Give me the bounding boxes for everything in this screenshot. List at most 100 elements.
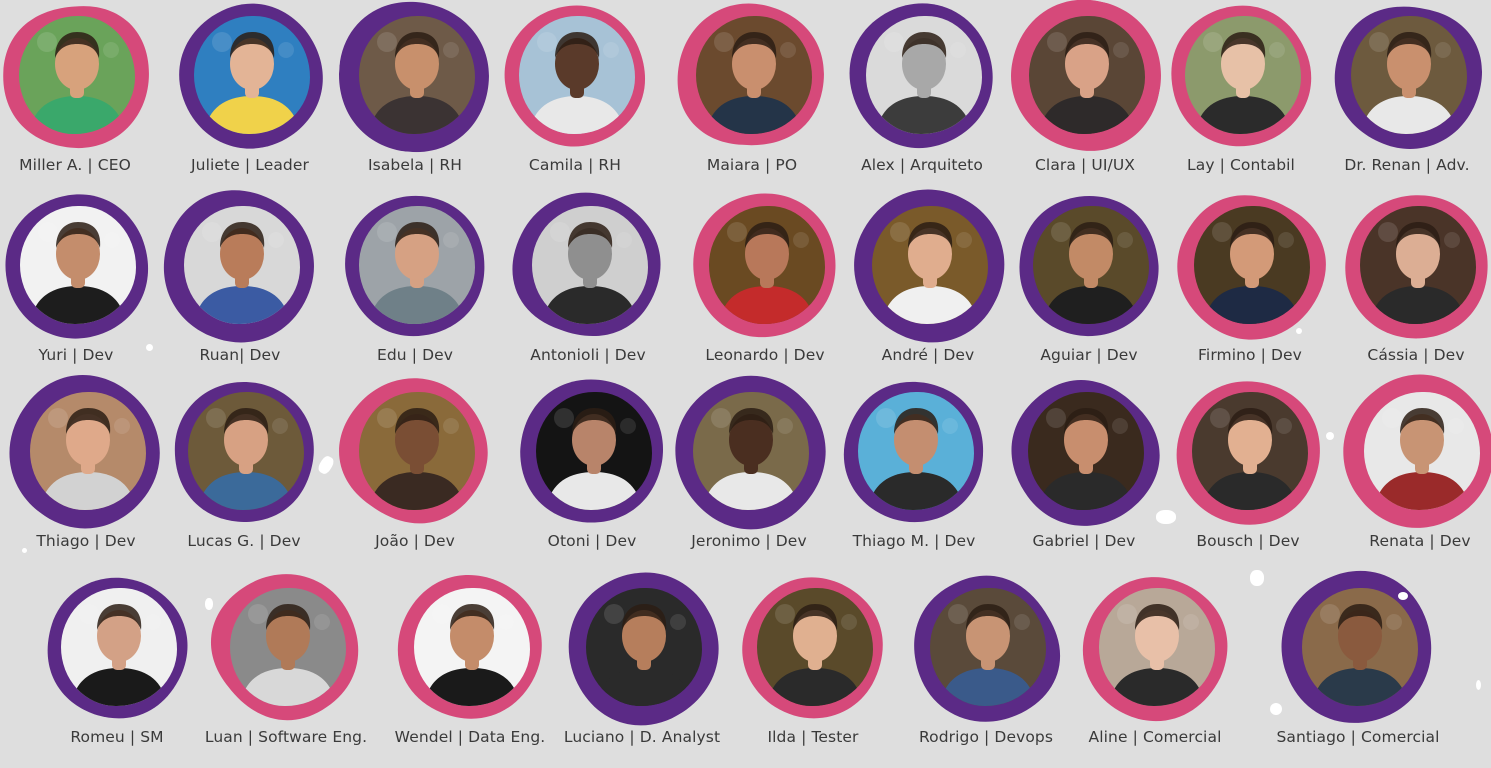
avatar [174, 381, 314, 523]
profile-photo [414, 588, 530, 706]
avatar [1176, 381, 1320, 525]
person-icon [359, 392, 475, 510]
profile-photo [586, 588, 702, 706]
avatar [345, 195, 485, 337]
avatar [843, 381, 984, 523]
team-member-card: Antonioli | Dev [503, 192, 673, 386]
team-member-card: Bousch | Dev [1163, 381, 1333, 572]
avatar [47, 577, 188, 719]
profile-photo [1302, 588, 1418, 706]
member-name: Maiara | PO [706, 156, 798, 174]
member-name: Lucas G. | Dev [187, 532, 301, 550]
profile-photo [230, 588, 346, 706]
profile-photo [1028, 392, 1144, 510]
avatar [1177, 195, 1326, 340]
profile-photo [696, 16, 812, 134]
person-icon [866, 16, 982, 134]
profile-photo [1099, 588, 1215, 706]
team-member-card: Aline | Comercial [1070, 577, 1240, 768]
profile-photo [693, 392, 809, 510]
team-member-card: Wendel | Data Eng. [385, 575, 555, 768]
profile-photo [1185, 16, 1301, 134]
person-icon [519, 16, 635, 134]
person-icon [1194, 206, 1310, 324]
avatar [179, 3, 323, 149]
avatar [504, 5, 645, 147]
team-member-card: André | Dev [843, 189, 1013, 386]
team-member-card: Thiago M. | Dev [829, 381, 999, 572]
avatar [1171, 5, 1312, 147]
person-icon [1192, 392, 1308, 510]
team-member-card: Otoni | Dev [507, 379, 677, 572]
profile-photo [709, 206, 825, 324]
confetti-dot [22, 548, 27, 553]
avatar [693, 193, 836, 338]
profile-photo [188, 392, 304, 510]
person-icon [757, 588, 873, 706]
profile-photo [194, 16, 310, 134]
person-icon [184, 206, 300, 324]
profile-photo [757, 588, 873, 706]
person-icon [1351, 16, 1467, 134]
avatar [339, 378, 488, 524]
profile-photo [1351, 16, 1467, 134]
team-member-card: Thiago | Dev [1, 375, 171, 572]
team-member-card: Firmino | Dev [1165, 195, 1335, 386]
team-member-card: Gabriel | Dev [999, 380, 1169, 572]
person-icon [30, 392, 146, 510]
team-member-card: Rodrigo | Devops [901, 575, 1071, 768]
team-member-card: Romeu | SM [32, 577, 202, 768]
team-member-card: Ilda | Tester [728, 577, 898, 768]
person-icon [1029, 16, 1145, 134]
avatar [1343, 374, 1491, 528]
profile-photo [359, 392, 475, 510]
team-member-card: Isabela | RH [330, 1, 500, 196]
team-member-card: Cássia | Dev [1331, 195, 1491, 386]
profile-photo [61, 588, 177, 706]
avatar [397, 575, 542, 719]
confetti-dot [1156, 510, 1176, 524]
confetti-dot [1270, 703, 1282, 715]
person-icon [19, 16, 135, 134]
profile-photo [1029, 16, 1145, 134]
team-member-card: Maiara | PO [667, 3, 837, 196]
profile-photo [359, 206, 475, 324]
person-icon [414, 588, 530, 706]
person-icon [359, 206, 475, 324]
profile-photo [872, 206, 988, 324]
profile-photo [1033, 206, 1149, 324]
member-name: Miller A. | CEO [19, 156, 131, 174]
person-icon [872, 206, 988, 324]
profile-photo [20, 206, 136, 324]
avatar [1011, 380, 1160, 526]
avatar [520, 379, 663, 523]
confetti-dot [205, 598, 213, 610]
person-icon [359, 16, 475, 134]
person-icon [1033, 206, 1149, 324]
avatar [1334, 6, 1482, 149]
person-icon [1302, 588, 1418, 706]
team-member-card: Jeronimo | Dev [664, 375, 834, 572]
avatar [5, 194, 149, 339]
profile-photo [30, 392, 146, 510]
confetti-dot [1296, 328, 1302, 334]
profile-photo [19, 16, 135, 134]
team-member-card: Leonardo | Dev [680, 193, 850, 386]
confetti-dot [1326, 432, 1334, 440]
person-icon [532, 206, 648, 324]
avatar [742, 577, 883, 719]
team-member-card: Renata | Dev [1335, 374, 1491, 572]
profile-photo [519, 16, 635, 134]
avatar [1082, 577, 1228, 722]
member-name: Bousch | Dev [1196, 532, 1300, 550]
person-icon [696, 16, 812, 134]
person-icon [1028, 392, 1144, 510]
person-icon [20, 206, 136, 324]
person-icon [1364, 392, 1480, 510]
profile-photo [1192, 392, 1308, 510]
person-icon [709, 206, 825, 324]
profile-photo [536, 392, 652, 510]
avatar [1345, 195, 1488, 339]
person-icon [1185, 16, 1301, 134]
team-member-card: Juliete | Leader [165, 3, 335, 196]
